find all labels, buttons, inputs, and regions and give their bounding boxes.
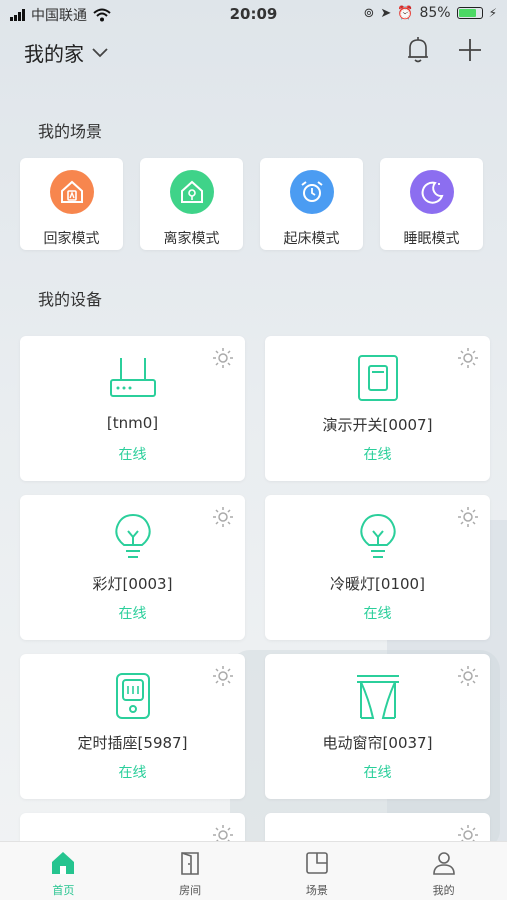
- device-card[interactable]: 彩灯[0003] 在线: [20, 495, 245, 640]
- bulb-icon: [20, 513, 245, 561]
- device-name: [tnm0]: [106, 414, 159, 432]
- device-name: 电动窗帘[0037]: [322, 734, 433, 752]
- tab-scenes[interactable]: 场景: [254, 842, 381, 900]
- scene-card-away[interactable]: 离家模式: [140, 158, 243, 250]
- router-icon: [20, 354, 245, 402]
- person-icon: [432, 852, 455, 875]
- plus-icon[interactable]: [457, 36, 483, 64]
- device-name: 冷暖灯[0100]: [330, 575, 425, 593]
- device-list: [tnm0] 在线 演示开关[0007] 在线 彩灯[0003] 在线 冷暖灯[…: [20, 336, 490, 853]
- scene-card-home[interactable]: 回家模式: [20, 158, 123, 250]
- header-actions: [405, 36, 483, 64]
- scene-label: 回家模式: [43, 231, 100, 247]
- device-name: 彩灯[0003]: [92, 575, 173, 593]
- tab-label: 房间: [179, 884, 202, 897]
- device-status: 在线: [363, 765, 392, 781]
- device-status: 在线: [118, 447, 147, 463]
- scene-label: 离家模式: [163, 231, 220, 247]
- tab-bar: 首页 房间 场景 我的: [0, 841, 507, 900]
- device-status: 在线: [118, 606, 147, 622]
- device-card[interactable]: 演示开关[0007] 在线: [265, 336, 490, 481]
- tab-home[interactable]: 首页: [0, 842, 127, 900]
- chevron-down-icon: [92, 47, 108, 57]
- home-name: 我的家: [24, 42, 84, 66]
- device-card[interactable]: 冷暖灯[0100] 在线: [265, 495, 490, 640]
- charging-icon: ⚡: [488, 6, 497, 20]
- header: 我的家: [24, 36, 483, 68]
- scenes-title: 我的场景: [38, 122, 103, 141]
- door-icon: [181, 852, 199, 875]
- devices-title: 我的设备: [38, 290, 103, 309]
- device-card[interactable]: 定时插座[5987] 在线: [20, 654, 245, 799]
- alarm-icon: ⏰: [397, 5, 414, 21]
- alarm-clock-icon: [289, 170, 334, 214]
- status-bar: 中国联通 20:09 ⊚ ➤ ⏰ 85% ⚡: [0, 0, 507, 28]
- home-lock-icon: [169, 170, 214, 214]
- tab-label: 首页: [52, 884, 75, 897]
- device-status: 在线: [118, 765, 147, 781]
- scene-label: 睡眠模式: [403, 231, 460, 247]
- bell-icon[interactable]: [405, 36, 431, 64]
- moon-icon: [409, 170, 454, 214]
- battery-percent: 85%: [419, 5, 451, 21]
- device-name: 演示开关[0007]: [322, 416, 433, 434]
- orientation-lock-icon: ⊚: [363, 5, 375, 21]
- scene-list: 回家模式 离家模式 起床模式 睡眠模式: [20, 158, 490, 250]
- status-right: ⊚ ➤ ⏰ 85% ⚡: [363, 5, 497, 21]
- switch-icon: [265, 354, 490, 402]
- device-status: 在线: [363, 447, 392, 463]
- battery-icon: [456, 7, 483, 19]
- scene-icon: [306, 852, 328, 874]
- tab-rooms[interactable]: 房间: [127, 842, 254, 900]
- device-card[interactable]: 电动窗帘[0037] 在线: [265, 654, 490, 799]
- device-card[interactable]: [tnm0] 在线: [20, 336, 245, 481]
- device-status: 在线: [363, 606, 392, 622]
- scene-label: 起床模式: [283, 231, 340, 247]
- scene-card-wakeup[interactable]: 起床模式: [260, 158, 363, 250]
- tab-label: 场景: [305, 884, 328, 897]
- bulb-icon: [265, 513, 490, 561]
- device-name: 定时插座[5987]: [77, 734, 188, 752]
- tab-profile[interactable]: 我的: [380, 842, 507, 900]
- socket-icon: [20, 672, 245, 720]
- home-person-icon: [49, 170, 94, 214]
- home-icon: [52, 852, 75, 874]
- tab-label: 我的: [432, 884, 455, 897]
- scene-card-sleep[interactable]: 睡眠模式: [380, 158, 483, 250]
- curtain-icon: [265, 672, 490, 720]
- location-icon: ➤: [380, 5, 392, 21]
